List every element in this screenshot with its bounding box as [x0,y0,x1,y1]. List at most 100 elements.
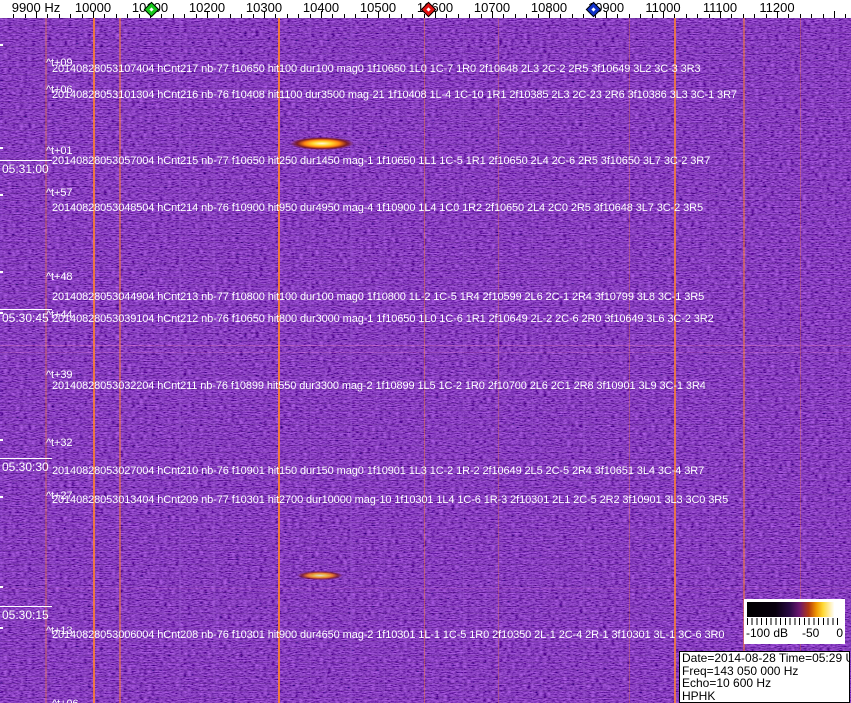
ruler-label: 10200 [188,0,226,15]
info-line-station: HPHK [682,688,716,703]
ruler-tick [799,14,801,18]
carrier-line [119,18,121,703]
marker-center-dot [591,7,596,12]
ruler-label: 11200 [759,0,795,15]
ruler-tick [286,14,288,18]
interference-line [0,345,851,346]
time-tick-label: ^t+57 [46,187,73,199]
ruler-label: 10400 [302,0,340,15]
marker-center-dot [426,7,431,12]
ruler-tick [822,14,824,18]
carrier-line [498,18,499,703]
ruler-tick [754,14,756,18]
status-info-box: Date=2014-08-28 Time=05:29 UTC Freq=143 … [679,651,850,703]
ruler-label: 9900 Hz [11,0,61,15]
marker-center-dot [148,7,154,12]
db-scale-labels: -100 dB -50 0 [744,626,845,642]
detection-log-line: 20140828053057004 hCnt215 nb-77 f10650 h… [52,155,711,167]
info-line-date: Date=2014-08-28 Time=05:29 UTC [682,651,849,665]
spectrogram-overlay: ^t+09 20140828053107404 hCnt217 nb-77 f10… [0,0,851,703]
ruler-tick [400,14,402,18]
ruler-tick [229,14,231,18]
ruler-label: 11000 [645,0,681,15]
carrier-line [463,18,464,703]
meteor-echo-blob [297,570,343,580]
ruler-tick [172,14,174,18]
ruler-tick [298,14,300,18]
time-edge-tick [0,147,3,149]
meteor-echo-blob [290,136,354,150]
detection-log-line: 20140828053101304 hCnt216 nb-76 f10408 h… [52,89,737,101]
detection-log-line: 20140828053107404 hCnt217 nb-77 f10650 h… [52,63,701,75]
carrier-line [674,18,676,703]
ruler-tick [571,14,573,18]
carrier-line [424,18,425,703]
ruler-tick [127,14,129,18]
carrier-line [709,18,710,703]
ruler-tick [845,14,847,18]
ruler-label: 10700 [473,0,511,15]
db-gradient-bar [747,602,842,617]
detection-log-line: 20140828053027004 hCnt210 nb-76 f10901 h… [52,465,705,477]
time-tick-label: ^t+48 [46,271,73,283]
carrier-line [278,18,280,703]
ruler-tick [70,14,72,18]
time-edge-tick [0,312,3,314]
time-edge-tick [0,271,3,273]
db-color-scale: -100 dB -50 0 [744,599,845,644]
carrier-line [213,18,215,703]
time-edge-tick [0,586,3,588]
carrier-line [179,18,181,703]
detection-log-line: 20140828053039104 hCnt212 nb-76 f10650 h… [52,313,714,325]
time-axis-label: 05:30:30 [0,458,52,474]
ruler-tick [355,14,357,18]
ruler-tick [526,14,528,18]
interference-line [0,352,851,353]
ruler-tick [184,14,186,18]
db-label-mid: -50 [802,626,820,640]
ruler-label: 10000 [74,0,112,15]
ruler-tick [834,11,835,18]
detection-log-line: 20140828053048504 hCnt214 nb-76 f10900 h… [52,202,703,214]
info-line-echo: Echo=10 600 Hz [682,676,772,690]
ruler-tick [640,14,642,18]
detection-log-line: 20140828053013404 hCnt209 nb-77 f10301 h… [52,494,729,506]
detection-log-line: 20140828053006004 hCnt208 nb-76 f10301 h… [52,629,725,641]
time-edge-tick [0,44,3,46]
time-edge-tick [0,627,3,629]
time-axis-label: 05:30:15 [0,606,52,622]
ruler-label: 11100 [702,0,738,15]
ruler-label: 10300 [245,0,283,15]
carrier-line [310,18,311,703]
ruler-tick [811,14,813,18]
time-edge-tick [0,496,3,498]
ruler-tick [412,14,414,18]
carrier-line [583,18,585,703]
ruler-tick [514,14,516,18]
ruler-tick [241,14,243,18]
partial-time-tick: ^t+06 [52,698,78,703]
carrier-line [384,18,385,703]
frequency-ruler: 9900 Hz100001010010200103001040010500106… [0,0,851,18]
time-tick-label: ^t+32 [46,437,73,449]
ruler-label: 10500 [359,0,397,15]
carrier-line [629,18,630,703]
db-label-max: 0 [836,626,843,640]
carrier-line [532,18,533,703]
time-edge-tick [0,439,3,441]
time-edge-tick [0,194,3,196]
ruler-label: 10800 [530,0,568,15]
ruler-tick [583,14,585,18]
carrier-line [45,18,47,703]
meteor-echo-spectrogram-window: ^t+09 20140828053107404 hCnt217 nb-77 f10… [0,0,851,703]
time-axis-label: 05:31:00 [0,160,52,176]
detection-log-line: 20140828053044904 hCnt213 nb-77 f10800 h… [52,291,705,303]
time-axis-label: 05:30:45 [0,309,52,325]
carrier-line [350,18,352,703]
ruler-tick [457,14,459,18]
ruler-tick [697,14,699,18]
ruler-tick [685,14,687,18]
ruler-tick [628,14,630,18]
carrier-line [93,18,95,703]
db-scale-ticks [747,618,842,625]
